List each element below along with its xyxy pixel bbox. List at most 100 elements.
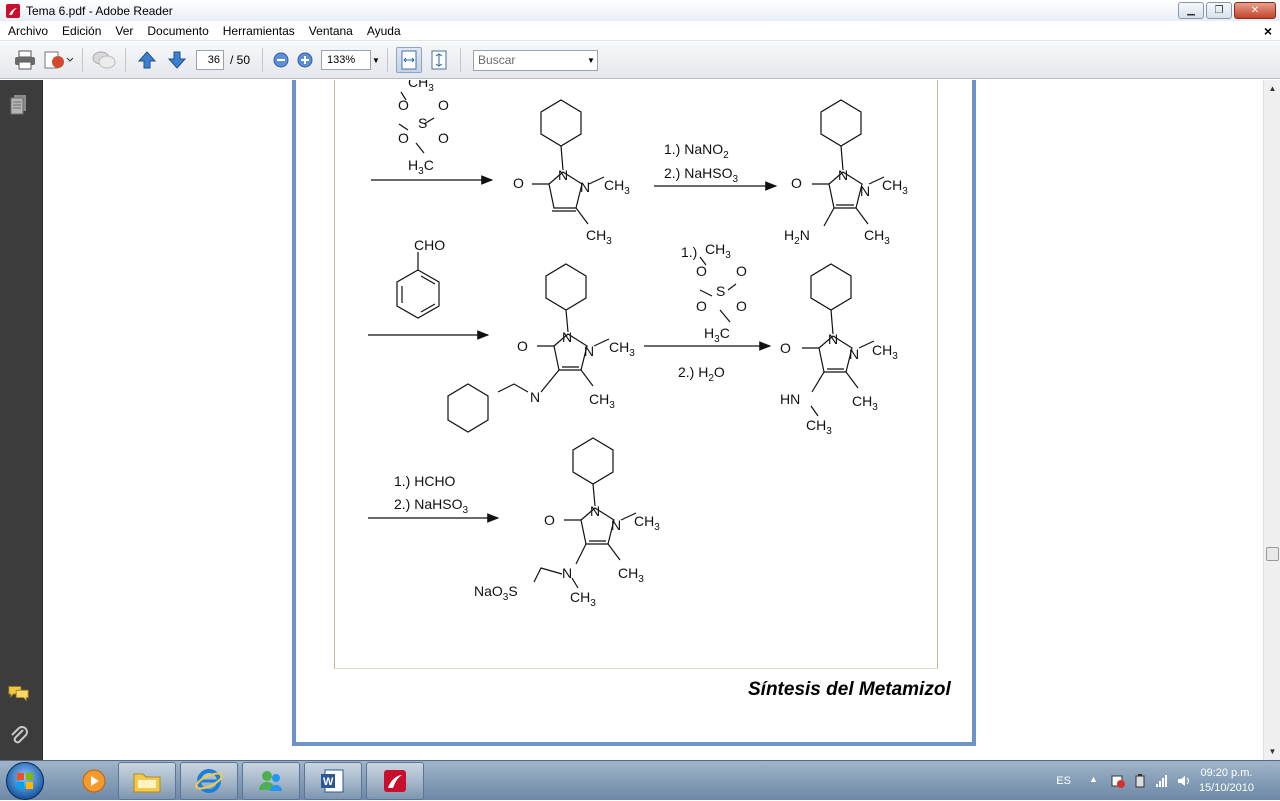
reagent-1-o: O [438,97,449,113]
fit-page-button[interactable] [426,47,452,73]
reagent-1-ch3: CH3 [408,80,434,94]
previous-page-button[interactable] [134,47,160,73]
atom-n: N [562,329,572,345]
next-page-button[interactable] [164,47,190,73]
reagent-2-ch3: CH3 [705,241,731,261]
comments-panel-button[interactable] [8,682,30,704]
menu-edicion[interactable]: Edición [55,24,108,38]
menu-archivo[interactable]: Archivo [0,24,55,38]
metamizol-labels: O N N CH3 CH3 N CH3 NaO3S [474,503,660,609]
internet-explorer-taskbar-button[interactable] [180,761,238,800]
users-icon [259,770,282,791]
reagent-2-o: O [696,263,707,279]
network-icon[interactable] [1155,774,1169,788]
reagent-2-o: O [736,298,747,314]
step-1-reagent-a: 1.) NaNO2 [664,141,729,161]
reagent-1-h3c: H3C [408,157,434,177]
hn-group: HN [780,391,800,407]
messenger-taskbar-button[interactable] [242,761,300,800]
word-taskbar-button[interactable]: W [304,761,362,800]
step-2-label-1: 1.) [681,244,697,260]
media-player-taskbar-button[interactable] [74,762,114,800]
zoom-in-icon [297,52,313,68]
antipyrine-structure [532,99,605,225]
restore-button[interactable]: ❐ [1206,2,1232,19]
windows-logo-icon [17,772,33,789]
atom-o: O [517,338,528,354]
pages-panel-button[interactable] [8,94,30,116]
reagent-1-o: O [398,97,409,113]
attachments-panel-button[interactable] [8,725,30,747]
fit-width-button[interactable] [396,47,423,73]
benzaldehyde-reagent [396,252,440,319]
explorer-taskbar-button[interactable] [118,761,176,800]
power-icon[interactable] [1133,774,1147,788]
scroll-down-icon[interactable]: ▼ [1264,743,1280,760]
scroll-up-icon[interactable]: ▲ [1264,80,1280,97]
menu-bar: Archivo Edición Ver Documento Herramient… [0,21,1280,41]
n-methyl: CH3 [604,177,630,197]
n-methyl: CH3 [882,177,908,197]
menu-ver[interactable]: Ver [108,24,140,38]
menu-ayuda[interactable]: Ayuda [360,24,408,38]
reagent-1-o: O [398,130,409,146]
language-indicator[interactable]: ES [1056,775,1071,787]
chevron-down-icon[interactable]: ▼ [586,56,596,65]
close-document-icon[interactable]: × [1264,23,1272,39]
volume-icon[interactable] [1177,774,1191,788]
folder-icon [133,773,161,792]
step-3-reagent-b: 2.) NaHSO3 [394,496,468,516]
adobe-reader-taskbar-button[interactable] [366,761,424,800]
close-button[interactable]: ✕ [1234,2,1276,19]
c-methyl: CH3 [586,227,612,247]
action-center-icon[interactable] [1111,774,1125,788]
chat-bubbles-icon [92,51,116,69]
chevron-down-icon[interactable]: ▼ [371,56,381,65]
step-2-label-2: 2.) H2O [678,364,725,384]
minimize-button[interactable]: ▁ [1178,2,1204,19]
aminoantipyrine-structure [812,99,885,227]
benzaldehyde-cho: CHO [414,237,445,253]
scrollbar-thumb[interactable] [1266,547,1279,561]
clock[interactable]: 09:20 p.m. 15/10/2010 [1199,766,1254,796]
toolbar-separator [82,48,83,72]
toolbar-separator [262,48,264,72]
share-button[interactable] [42,47,74,73]
atom-n: N [611,517,621,533]
paperclip-icon [11,726,28,744]
fit-width-icon [401,50,417,70]
step-1-reagent-b: 2.) NaHSO3 [664,165,738,185]
print-button[interactable] [12,47,38,73]
nh-methyl: CH3 [806,417,832,437]
c-methyl: CH3 [852,393,878,413]
sulfonate-group: NaO3S [474,583,518,603]
arrow-down-icon [167,51,187,69]
figure-caption: Síntesis del Metamizol [748,679,951,700]
atom-n: N [828,331,838,347]
menu-ventana[interactable]: Ventana [302,24,360,38]
menu-herramientas[interactable]: Herramientas [216,24,302,38]
zoom-out-button[interactable] [271,47,291,73]
comments-icon [8,686,29,702]
methylaminoantipyrine-labels: O N N CH3 CH3 HN CH3 [780,331,898,437]
window-title: Tema 6.pdf - Adobe Reader [26,3,173,18]
imine-n: N [530,389,540,405]
show-hidden-icons-icon[interactable]: ▲ [1089,774,1103,788]
zoom-level-select[interactable]: 133% [321,50,372,70]
menu-documento[interactable]: Documento [140,24,215,38]
vertical-scrollbar[interactable]: ▲ ▼ [1263,80,1280,760]
search-input[interactable]: Buscar [473,49,599,71]
document-view[interactable]: CH3 O O S O O H3C O N N CH3 CH3 1.) NaNO… [44,80,1263,760]
zoom-in-button[interactable] [295,47,315,73]
pdf-page: CH3 O O S O O H3C O N N CH3 CH3 1.) NaNO… [292,80,976,746]
page-number-input[interactable]: 36 [196,50,224,70]
antipyrine-labels: O N N CH3 CH3 [513,167,630,247]
c-methyl: CH3 [864,227,890,247]
comment-button[interactable] [91,47,117,73]
pages-icon [10,95,26,115]
n-methyl: CH3 [634,513,660,533]
start-button[interactable] [6,761,44,800]
system-tray: ES ▲ 09:20 p.m. 15/10/2010 [1056,761,1280,801]
n-methyl: CH3 [872,342,898,362]
atom-o: O [513,175,524,191]
